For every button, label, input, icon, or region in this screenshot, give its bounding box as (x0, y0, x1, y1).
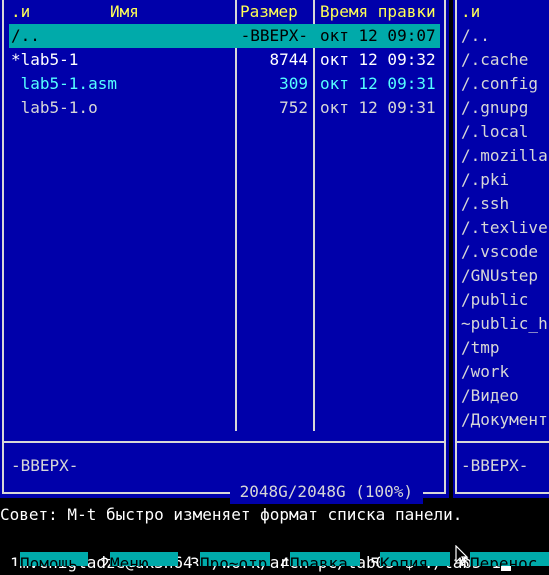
left-panel-status: -ВВЕРХ- (11, 456, 79, 475)
fkey-number: 4 (280, 554, 290, 566)
dir-item[interactable]: /.vscode (461, 240, 538, 264)
file-mtime: окт 12 09:32 (320, 50, 436, 69)
dir-item[interactable]: /tmp (461, 336, 500, 360)
file-name: lab5-1.asm (11, 74, 117, 93)
file-name: /.. (11, 26, 40, 45)
fkey-number: 3 (190, 554, 200, 566)
dir-item[interactable]: /.local (461, 120, 528, 144)
file-mtime: окт 12 09:31 (320, 98, 436, 117)
fkey-edit-button[interactable]: Правка (290, 552, 360, 566)
fkey-view-button[interactable]: Про~отр (200, 552, 270, 566)
dir-item[interactable]: /.config (461, 72, 538, 96)
column-header-size[interactable]: Размер (240, 0, 298, 24)
fkey-help-button[interactable]: Помощь (20, 552, 88, 566)
dir-item[interactable]: /.ssh (461, 192, 509, 216)
fkey-number: 6 (460, 554, 470, 566)
file-mtime: окт 12 09:07 (320, 26, 436, 45)
fkey-move-button[interactable]: Перенос (470, 552, 549, 566)
fkey-menu-button[interactable]: Меню (110, 552, 178, 566)
right-panel-header[interactable]: .и (461, 0, 480, 24)
dir-item[interactable]: /.. (461, 24, 490, 48)
dir-item[interactable]: /public (461, 288, 528, 312)
fkey-copy-button[interactable]: Копия (380, 552, 450, 566)
file-name: *lab5-1 (11, 50, 79, 69)
column-header-name[interactable]: Имя (110, 0, 139, 24)
column-divider-name-size (235, 0, 237, 431)
dir-item[interactable]: /.cache (461, 48, 528, 72)
file-size: 309 (279, 74, 308, 93)
command-line[interactable]: mvchigladze@dk3n64 ~/work/arch-pc/lab05 … (0, 527, 511, 575)
dir-item[interactable]: /GNUstep (461, 264, 538, 288)
hint-line: Совет: M-t быстро изменяет формат списка… (0, 505, 463, 524)
fkey-number: 2 (100, 554, 110, 566)
fkey-number: 5 (370, 554, 380, 566)
dir-item[interactable]: /.mozilla (461, 144, 548, 168)
dir-item[interactable]: /.gnupg (461, 96, 528, 120)
function-key-bar: 1 Помощь 2 Меню 3 Про~отр 4 Правка 5 Коп… (0, 552, 549, 566)
sort-indicator[interactable]: .и (11, 0, 30, 24)
dir-item[interactable]: ~public_h (461, 312, 548, 336)
column-divider-size-mtime (313, 0, 315, 431)
dir-item[interactable]: /work (461, 360, 509, 384)
column-header-mtime[interactable]: Время правки (320, 0, 436, 24)
dir-item[interactable]: /Видео (461, 384, 519, 408)
disk-usage: 2048G/2048G (100%) (230, 480, 423, 504)
file-size: 8744 (269, 50, 308, 69)
file-size: 752 (279, 98, 308, 117)
dir-item[interactable]: /.pki (461, 168, 509, 192)
dir-item[interactable]: /Документ (461, 408, 548, 432)
fkey-number: 1 (10, 554, 20, 566)
file-mtime: окт 12 09:31 (320, 74, 436, 93)
file-name: lab5-1.o (11, 98, 98, 117)
dir-item[interactable]: /.texlive (461, 216, 548, 240)
file-size: -ВВЕРХ- (240, 26, 308, 45)
right-panel-status: -ВВЕРХ- (461, 456, 529, 475)
